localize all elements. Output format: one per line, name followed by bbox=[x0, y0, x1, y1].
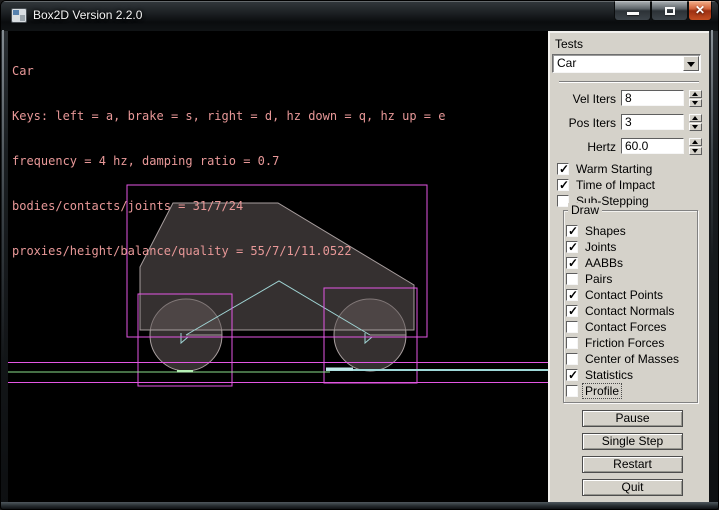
stats-line-proxies: proxies/height/balance/quality = 55/7/1/… bbox=[12, 244, 445, 259]
contact-normals-checkbox[interactable] bbox=[566, 305, 578, 317]
warm-starting-checkbox[interactable] bbox=[557, 163, 569, 175]
pos-iters-down-button[interactable] bbox=[689, 123, 702, 131]
time-of-impact-label: Time of Impact bbox=[574, 178, 657, 192]
test-select-dropdown[interactable]: Car bbox=[552, 54, 701, 73]
stats-line-frequency: frequency = 4 hz, damping ratio = 0.7 bbox=[12, 154, 445, 169]
contact-forces-checkbox[interactable] bbox=[566, 321, 578, 333]
contact-points-label: Contact Points bbox=[583, 288, 665, 302]
checkbox-row-pairs[interactable]: Pairs bbox=[566, 272, 614, 286]
minimize-icon bbox=[627, 12, 639, 15]
maximize-button[interactable] bbox=[651, 1, 688, 21]
friction-forces-checkbox[interactable] bbox=[566, 337, 578, 349]
statistics-checkbox[interactable] bbox=[566, 369, 578, 381]
separator bbox=[559, 81, 699, 83]
window-controls: ✕ bbox=[614, 1, 712, 21]
pos-iters-up-button[interactable] bbox=[689, 114, 702, 122]
checkbox-row-friction-forces[interactable]: Friction Forces bbox=[566, 336, 666, 350]
hertz-input[interactable] bbox=[621, 138, 684, 154]
restart-button[interactable]: Restart bbox=[582, 456, 683, 473]
checkbox-row-profile[interactable]: Profile bbox=[566, 384, 621, 398]
friction-forces-label: Friction Forces bbox=[583, 336, 666, 350]
center-of-masses-checkbox[interactable] bbox=[566, 353, 578, 365]
stats-line-bodies: bodies/contacts/joints = 31/7/24 bbox=[12, 199, 445, 214]
hertz-label: Hertz bbox=[550, 140, 616, 154]
hertz-spinner bbox=[689, 138, 702, 155]
test-select-value: Car bbox=[557, 56, 576, 71]
checkbox-row-statistics[interactable]: Statistics bbox=[566, 368, 635, 382]
shapes-label: Shapes bbox=[583, 224, 628, 238]
tests-label: Tests bbox=[555, 37, 583, 51]
checkbox-row-joints[interactable]: Joints bbox=[566, 240, 618, 254]
checkbox-row-time-of-impact[interactable]: Time of Impact bbox=[557, 178, 657, 192]
app-window: Box2D Version 2.2.0 ✕ bbox=[0, 0, 719, 510]
profile-checkbox[interactable] bbox=[566, 385, 578, 397]
checkbox-row-contact-normals[interactable]: Contact Normals bbox=[566, 304, 676, 318]
pos-iters-input[interactable] bbox=[621, 114, 684, 130]
checkbox-row-shapes[interactable]: Shapes bbox=[566, 224, 628, 238]
time-of-impact-checkbox[interactable] bbox=[557, 179, 569, 191]
contact-forces-label: Contact Forces bbox=[583, 320, 668, 334]
joints-checkbox[interactable] bbox=[566, 241, 578, 253]
warm-starting-label: Warm Starting bbox=[574, 162, 654, 176]
quit-button[interactable]: Quit bbox=[582, 479, 683, 496]
aabbs-label: AABBs bbox=[583, 256, 625, 270]
minimize-button[interactable] bbox=[614, 1, 651, 21]
vel-iters-up-button[interactable] bbox=[689, 90, 702, 98]
contact-points-checkbox[interactable] bbox=[566, 289, 578, 301]
hertz-down-button[interactable] bbox=[689, 147, 702, 155]
pos-iters-label: Pos Iters bbox=[550, 116, 616, 130]
window-bottom-frame bbox=[1, 502, 719, 509]
dropdown-arrow-button[interactable] bbox=[683, 56, 699, 71]
pairs-checkbox[interactable] bbox=[566, 273, 578, 285]
pairs-label: Pairs bbox=[583, 272, 614, 286]
joints-label: Joints bbox=[583, 240, 618, 254]
app-icon[interactable] bbox=[11, 8, 27, 23]
center-of-masses-label: Center of Masses bbox=[583, 352, 681, 366]
frame-highlight-right bbox=[711, 30, 713, 260]
checkbox-row-warm-starting[interactable]: Warm Starting bbox=[557, 162, 654, 176]
pos-iters-spinner bbox=[689, 114, 702, 131]
frame-highlight-left bbox=[2, 30, 4, 360]
checkbox-row-aabbs[interactable]: AABBs bbox=[566, 256, 625, 270]
close-button[interactable]: ✕ bbox=[688, 1, 712, 21]
checkbox-row-contact-points[interactable]: Contact Points bbox=[566, 288, 665, 302]
stats-line-test-name: Car bbox=[12, 64, 445, 79]
titlebar[interactable]: Box2D Version 2.2.0 ✕ bbox=[1, 1, 719, 31]
draw-groupbox-title: Draw bbox=[568, 203, 602, 217]
vel-iters-spinner bbox=[689, 90, 702, 107]
simulation-canvas[interactable]: Car Keys: left = a, brake = s, right = d… bbox=[8, 31, 548, 504]
aabbs-checkbox[interactable] bbox=[566, 257, 578, 269]
statistics-label: Statistics bbox=[583, 368, 635, 382]
close-icon: ✕ bbox=[689, 3, 711, 17]
pause-button[interactable]: Pause bbox=[582, 410, 683, 427]
shapes-checkbox[interactable] bbox=[566, 225, 578, 237]
window-title: Box2D Version 2.2.0 bbox=[33, 8, 142, 22]
vel-iters-input[interactable] bbox=[621, 90, 684, 106]
stats-line-keys: Keys: left = a, brake = s, right = d, hz… bbox=[12, 109, 445, 124]
stats-text: Car Keys: left = a, brake = s, right = d… bbox=[12, 34, 445, 289]
contact-normals-label: Contact Normals bbox=[583, 304, 676, 318]
vel-iters-label: Vel Iters bbox=[550, 92, 616, 106]
maximize-icon bbox=[665, 7, 675, 15]
control-panel: Tests Car Vel Iters Pos Iters Hertz War bbox=[548, 31, 709, 504]
checkbox-row-center-of-masses[interactable]: Center of Masses bbox=[566, 352, 681, 366]
profile-label: Profile bbox=[583, 384, 621, 398]
checkbox-row-contact-forces[interactable]: Contact Forces bbox=[566, 320, 668, 334]
vel-iters-down-button[interactable] bbox=[689, 99, 702, 107]
single-step-button[interactable]: Single Step bbox=[582, 433, 683, 450]
hertz-up-button[interactable] bbox=[689, 138, 702, 146]
